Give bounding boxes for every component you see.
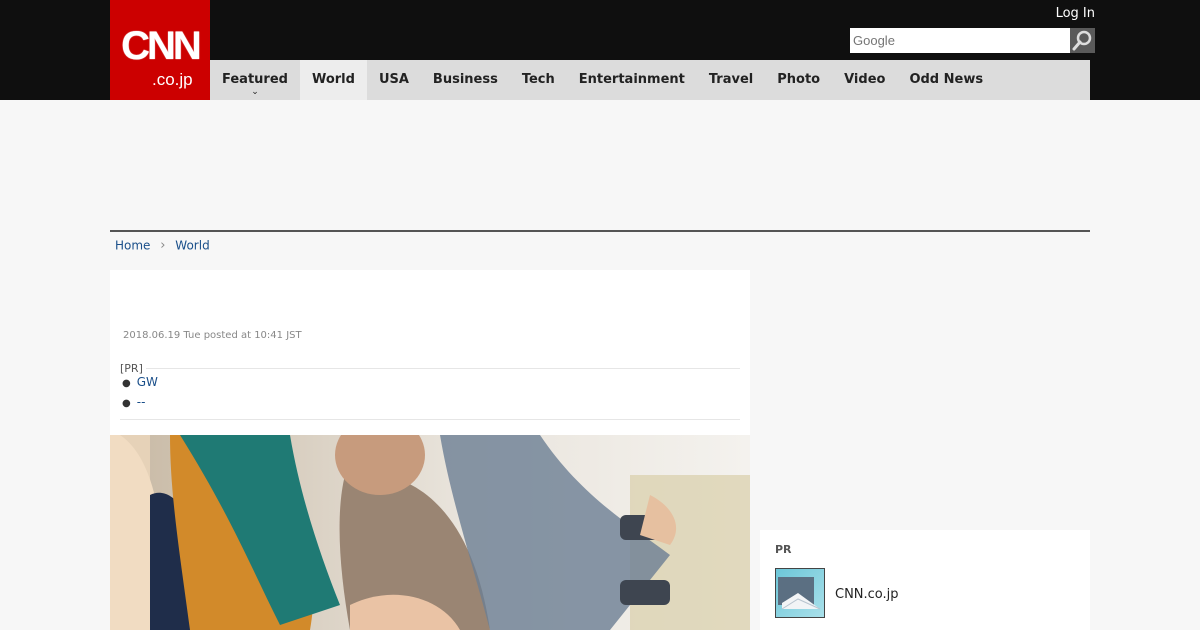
article-timestamp: 2018.06.19 Tue posted at 10:41 JST bbox=[123, 330, 302, 341]
pr-links-block: [PR] ● GW ● -- bbox=[120, 362, 740, 409]
nav-item-label: Tech bbox=[521, 72, 555, 87]
nav-item-label: Video bbox=[844, 72, 886, 87]
pr-link-text[interactable]: GW bbox=[137, 375, 158, 389]
pr-card-title: PR bbox=[775, 543, 792, 556]
nav-item-featured[interactable]: Featured ⌄ bbox=[210, 60, 300, 100]
bullet-icon: ● bbox=[122, 398, 131, 409]
nav-item-label: Entertainment bbox=[578, 72, 685, 87]
nav-item-business[interactable]: Business bbox=[421, 60, 510, 100]
nav-item-label: Photo bbox=[777, 72, 821, 87]
section-divider bbox=[110, 230, 1090, 232]
nav-item-odd-news[interactable]: Odd News bbox=[897, 60, 995, 100]
nav-item-label: Featured bbox=[222, 72, 288, 87]
logo-main-text: CNN bbox=[121, 24, 202, 68]
breadcrumb: Home › World bbox=[115, 238, 210, 253]
logo-sub-text: .co.jp bbox=[152, 70, 193, 89]
cnn-logo[interactable]: CNN .co.jp bbox=[110, 0, 210, 100]
nav-item-entertainment[interactable]: Entertainment bbox=[567, 60, 697, 100]
sidebar-pr-card: PR CNN.co.jp bbox=[760, 530, 1090, 630]
article-card: 2018.06.19 Tue posted at 10:41 JST [PR] … bbox=[110, 270, 750, 630]
pr-link-text[interactable]: -- bbox=[137, 395, 146, 409]
search-input[interactable] bbox=[850, 28, 1070, 53]
nav-item-tech[interactable]: Tech bbox=[510, 60, 567, 100]
pr-link[interactable]: ● -- bbox=[122, 395, 740, 409]
search-button[interactable] bbox=[1070, 28, 1095, 53]
envelope-icon bbox=[778, 577, 821, 610]
article-photo bbox=[110, 435, 750, 630]
divider bbox=[120, 419, 740, 420]
breadcrumb-home[interactable]: Home bbox=[115, 239, 150, 253]
nav-item-label: USA bbox=[378, 72, 409, 87]
pr-card-name[interactable]: CNN.co.jp bbox=[835, 587, 899, 602]
nav-item-world[interactable]: World bbox=[299, 60, 367, 100]
article-image bbox=[110, 435, 750, 630]
nav-item-usa[interactable]: USA bbox=[367, 60, 421, 100]
login-link[interactable]: Log In bbox=[1056, 6, 1095, 21]
breadcrumb-current[interactable]: World bbox=[175, 239, 209, 253]
nav-item-photo[interactable]: Photo bbox=[765, 60, 832, 100]
pr-link[interactable]: ● GW bbox=[122, 375, 740, 389]
sidebar-ad-space bbox=[760, 270, 1090, 520]
main-nav: Featured ⌄ World USA Business Tech Enter… bbox=[210, 60, 1090, 100]
nav-item-label: Business bbox=[432, 72, 498, 87]
nav-item-travel[interactable]: Travel bbox=[697, 60, 765, 100]
pr-card-thumbnail[interactable] bbox=[775, 568, 825, 618]
nav-item-label: World bbox=[311, 72, 355, 87]
nav-item-label: Odd News bbox=[909, 72, 984, 87]
bullet-icon: ● bbox=[122, 378, 131, 389]
chevron-down-icon: ⌄ bbox=[251, 87, 259, 97]
chevron-right-icon: › bbox=[160, 238, 166, 253]
search-icon bbox=[1072, 30, 1092, 51]
nav-item-label: Travel bbox=[708, 72, 754, 87]
nav-item-video[interactable]: Video bbox=[832, 60, 897, 100]
divider bbox=[146, 368, 740, 369]
